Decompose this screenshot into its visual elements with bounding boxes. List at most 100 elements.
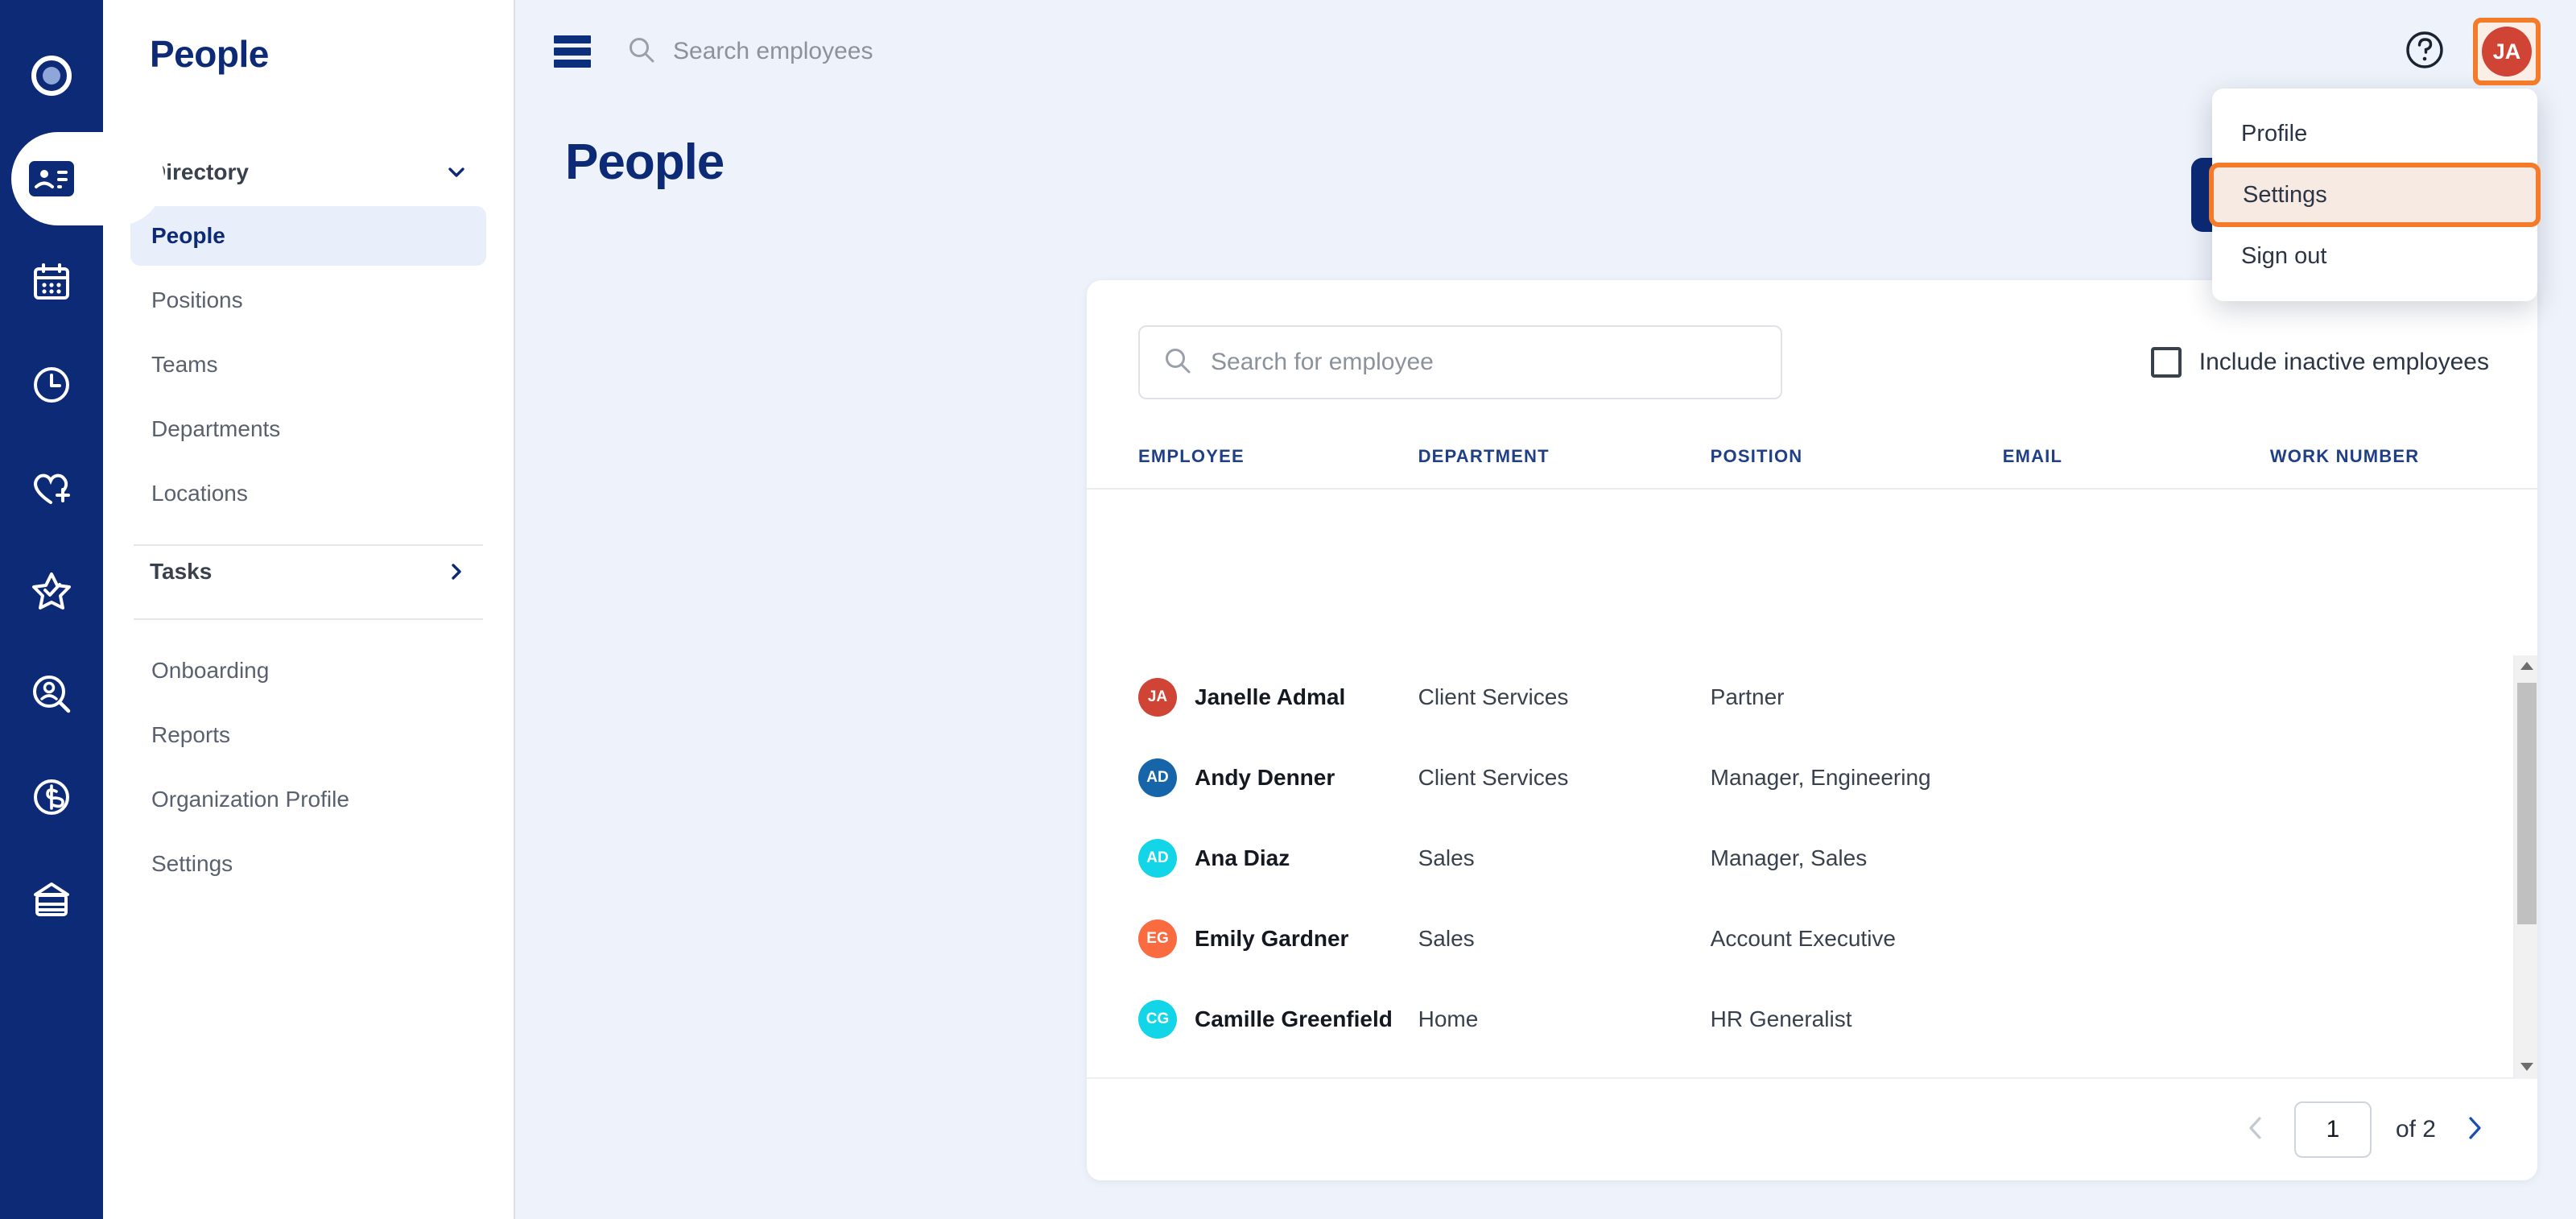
table-rows: JA Janelle Admal Client Services Partner AD A… — [1087, 657, 2537, 1077]
user-menu-dropdown: Profile Settings Sign out — [2209, 89, 2541, 301]
table-row[interactable]: EG Emily Gardner Sales Account Executive — [1138, 899, 2537, 979]
cell-position: HR Generalist — [1710, 1006, 1852, 1031]
table-row[interactable]: CG Camille Greenfield Home HR Generalist — [1138, 979, 2537, 1060]
person-search-icon — [31, 673, 72, 715]
logo-circle-icon — [30, 54, 73, 97]
table-header-row: EMPLOYEE DEPARTMENT POSITION EMAIL WORK … — [1087, 399, 2537, 490]
nav-group-directory[interactable]: Directory — [130, 147, 486, 198]
cell-department: Sales — [1418, 845, 1475, 870]
global-search-placeholder: Search employees — [673, 38, 873, 64]
avatar: CG — [1138, 1000, 1177, 1039]
help-circle-icon[interactable] — [2404, 29, 2446, 75]
include-inactive-label: Include inactive employees — [2198, 349, 2489, 375]
sidebar-item-positions[interactable]: Positions — [130, 271, 486, 330]
column-header-email: EMAIL — [2002, 446, 2063, 466]
star-check-icon — [31, 571, 72, 611]
rail-item-directory[interactable] — [0, 127, 164, 230]
employee-name: Andy Denner — [1195, 765, 1335, 790]
employees-card: Search for employee Include inactive emp… — [1087, 280, 2537, 1180]
heart-plus-icon — [30, 469, 73, 507]
scroll-down-arrow-icon[interactable] — [2520, 1063, 2533, 1071]
directory-card-icon — [29, 161, 74, 196]
nav-list-flat: Onboarding Reports Organization Profile … — [130, 641, 486, 894]
nav-group-tasks[interactable]: Tasks — [130, 546, 486, 597]
page-number-input[interactable]: 1 — [2293, 1101, 2372, 1158]
pagination-bar: 1 of 2 — [1087, 1077, 2537, 1180]
sidebar-item-reports[interactable]: Reports — [130, 705, 486, 765]
dollar-circle-icon — [31, 777, 72, 817]
sidebar-title: People — [150, 33, 269, 75]
table-vertical-scrollbar[interactable] — [2513, 655, 2537, 1077]
app-root: People Directory People Positions Teams … — [0, 0, 2576, 1219]
rail-item-documents[interactable] — [0, 849, 103, 952]
rail-item-time[interactable] — [0, 333, 103, 436]
cell-position: Partner — [1710, 684, 1785, 709]
table-body: JA Janelle Admal Client Services Partner AD A… — [1087, 657, 2537, 1077]
cell-employee: AD Andy Denner — [1138, 758, 1418, 797]
cell-position: Account Executive — [1710, 926, 1896, 951]
nav-list-directory: People Positions Teams Departments Locat… — [130, 206, 486, 523]
employee-name: Ana Diaz — [1195, 845, 1290, 870]
include-inactive-checkbox[interactable] — [2150, 347, 2182, 378]
cell-employee: EG Emily Gardner — [1138, 919, 1418, 958]
rail-item-calendar[interactable] — [0, 230, 103, 333]
table-row[interactable]: AHAnn-Marie HudsonClient ServicesClient … — [1138, 1060, 2537, 1077]
chevron-left-icon[interactable] — [2243, 1114, 2270, 1146]
sidebar-item-departments[interactable]: Departments — [130, 399, 486, 459]
top-bar: Search employees JA — [515, 0, 2576, 103]
cell-employee: JA Janelle Admal — [1138, 678, 1418, 717]
table-row[interactable]: AD Andy Denner Client Services Manager, Eng… — [1138, 738, 2537, 818]
menu-item-settings[interactable]: Settings — [2209, 163, 2541, 227]
cell-employee: CG Camille Greenfield — [1138, 1000, 1418, 1039]
global-search-input[interactable]: Search employees — [628, 36, 873, 68]
chevron-right-icon — [446, 561, 467, 582]
employee-search-input[interactable]: Search for employee — [1138, 325, 1782, 399]
cell-department: Sales — [1418, 926, 1475, 951]
table-row[interactable]: AD Ana Diaz Sales Manager, Sales — [1138, 818, 2537, 899]
user-avatar-button[interactable]: JA — [2482, 27, 2532, 76]
rail-item-recruiting[interactable] — [0, 643, 103, 746]
avatar: EG — [1138, 919, 1177, 958]
employee-name: Janelle Admal — [1195, 684, 1346, 709]
scroll-up-arrow-icon[interactable] — [2520, 662, 2533, 670]
avatar: AD — [1138, 839, 1177, 878]
chevron-right-icon[interactable] — [2460, 1114, 2487, 1146]
primary-icon-rail — [0, 0, 164, 1219]
employee-search-placeholder: Search for employee — [1211, 349, 1434, 375]
menu-item-profile[interactable]: Profile — [2212, 105, 2537, 163]
column-header-employee: EMPLOYEE — [1138, 446, 1245, 466]
sidebar-item-onboarding[interactable]: Onboarding — [130, 641, 486, 700]
rail-item-payroll[interactable] — [0, 746, 103, 849]
cell-position: Manager, Engineering — [1710, 765, 1931, 790]
column-header-work-number: WORK NUMBER — [2269, 446, 2420, 466]
search-icon — [1164, 347, 1191, 378]
sidebar-item-organization-profile[interactable]: Organization Profile — [130, 770, 486, 829]
sidebar-item-teams[interactable]: Teams — [130, 335, 486, 395]
rail-item-benefits[interactable] — [0, 436, 103, 539]
table-row[interactable]: JA Janelle Admal Client Services Partner — [1138, 657, 2537, 738]
cell-department: Client Services — [1418, 684, 1569, 709]
rail-item-logo[interactable] — [0, 24, 103, 127]
column-header-department: DEPARTMENT — [1418, 446, 1550, 466]
sidebar-item-settings[interactable]: Settings — [130, 834, 486, 894]
search-icon — [628, 36, 655, 68]
rail-item-performance[interactable] — [0, 539, 103, 643]
sidebar-item-locations[interactable]: Locations — [130, 464, 486, 523]
nav-group-tasks-label: Tasks — [150, 559, 213, 584]
include-inactive-toggle[interactable]: Include inactive employees — [2150, 347, 2489, 378]
cell-department: Home — [1418, 1006, 1479, 1031]
menu-item-sign-out[interactable]: Sign out — [2212, 227, 2537, 285]
calendar-icon — [31, 262, 72, 302]
main-content: Search employees JA Profile Settings Sig… — [515, 0, 2576, 1219]
employee-name: Camille Greenfield — [1195, 1006, 1393, 1031]
archive-box-icon — [31, 880, 72, 920]
avatar: JA — [1138, 678, 1177, 717]
scrollbar-thumb[interactable] — [2517, 683, 2537, 924]
user-avatar-focus-ring: JA — [2473, 18, 2541, 85]
sidebar-item-people[interactable]: People — [130, 206, 486, 266]
secondary-sidebar: People Directory People Positions Teams … — [103, 0, 515, 1219]
sidebar-divider-bottom — [134, 618, 483, 620]
hamburger-menu-icon[interactable] — [554, 35, 591, 68]
column-header-position: POSITION — [1710, 446, 1803, 466]
employee-name: Emily Gardner — [1195, 926, 1349, 951]
